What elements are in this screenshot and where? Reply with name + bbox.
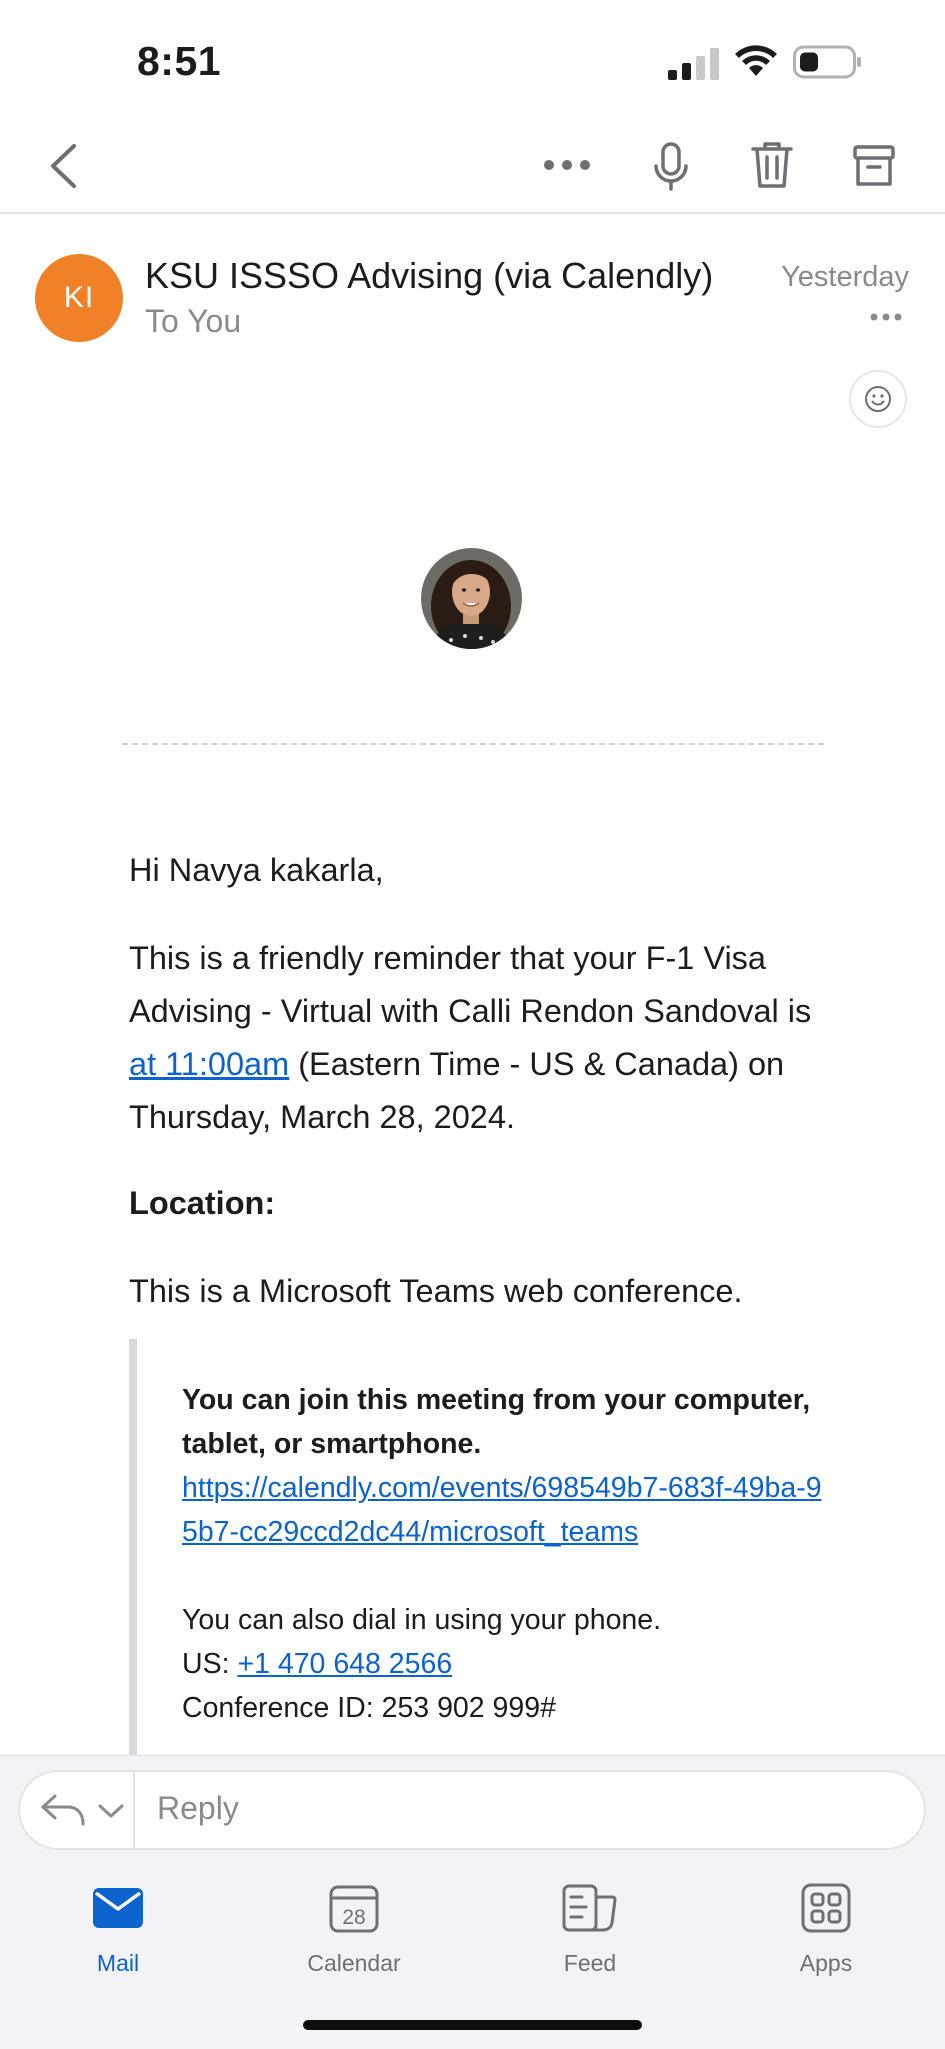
calendar-icon: 28	[329, 1885, 379, 1933]
tab-apps[interactable]: Apps	[726, 1880, 926, 1977]
tab-mail-label: Mail	[96, 1950, 140, 1976]
teams-description: This is a Microsoft Teams web conference…	[129, 1273, 743, 1309]
tab-feed-label: Feed	[563, 1950, 617, 1976]
status-time: 8:51	[137, 38, 222, 84]
reminder-text: This is a friendly reminder that your F-…	[129, 940, 812, 1029]
calendar-day: 28	[342, 1906, 365, 1929]
dial-in-text: You can also dial in using your phone.	[182, 1604, 662, 1636]
reminder-paragraph: This is a friendly reminder that your F-…	[129, 932, 829, 1144]
cellular-signal-icon	[668, 48, 719, 80]
meeting-link-block: https://calendly.com/events/698549b7-683…	[182, 1466, 832, 1554]
tab-mail[interactable]: Mail	[18, 1880, 218, 1977]
smiley-icon	[865, 386, 891, 412]
wifi-icon	[735, 45, 777, 76]
reaction-button[interactable]	[849, 370, 907, 428]
body-divider	[122, 743, 824, 745]
appointment-time-link[interactable]: at 11:00am	[129, 1046, 289, 1082]
tab-apps-label: Apps	[799, 1950, 853, 1976]
mail-icon	[93, 1888, 143, 1928]
feed-icon	[562, 1884, 617, 1932]
message-more-icon[interactable]	[869, 312, 903, 322]
conference-id: Conference ID: 253 902 999#	[182, 1692, 556, 1724]
tab-calendar[interactable]: 28 Calendar	[254, 1880, 454, 1977]
toolbar-divider	[0, 212, 945, 214]
reply-arrow-icon[interactable]	[40, 1793, 86, 1827]
sender-avatar[interactable]: KI	[35, 254, 123, 342]
host-profile-photo	[421, 548, 522, 649]
quote-bar	[129, 1339, 137, 1759]
archive-icon[interactable]	[853, 144, 895, 188]
home-indicator[interactable]	[303, 2020, 642, 2030]
more-options-icon[interactable]	[543, 158, 591, 172]
apps-grid-icon	[801, 1883, 851, 1933]
battery-icon	[793, 45, 861, 79]
us-label: US:	[182, 1648, 238, 1680]
join-instructions: You can join this meeting from your comp…	[182, 1384, 811, 1460]
reply-box[interactable]	[18, 1770, 926, 1850]
back-chevron-icon[interactable]	[48, 143, 78, 189]
chevron-down-icon[interactable]	[96, 1801, 126, 1821]
reply-placeholder[interactable]: Reply	[157, 1790, 239, 1827]
trash-icon[interactable]	[750, 140, 794, 190]
microphone-icon[interactable]	[651, 142, 691, 192]
reply-separator	[133, 1770, 135, 1850]
message-date: Yesterday	[781, 261, 909, 293]
phone-number-link[interactable]: +1 470 648 2566	[237, 1648, 452, 1680]
greeting-text: Hi Navya kakarla,	[129, 852, 384, 888]
sender-name[interactable]: KSU ISSSO Advising (via Calendly)	[145, 255, 713, 297]
tab-feed[interactable]: Feed	[490, 1880, 690, 1977]
teams-meeting-link[interactable]: https://calendly.com/events/698549b7-683…	[182, 1472, 822, 1548]
tab-calendar-label: Calendar	[307, 1950, 401, 1976]
location-heading: Location:	[129, 1185, 276, 1221]
us-phone-line: US: +1 470 648 2566	[182, 1642, 832, 1686]
recipient-line[interactable]: To You	[145, 303, 241, 340]
